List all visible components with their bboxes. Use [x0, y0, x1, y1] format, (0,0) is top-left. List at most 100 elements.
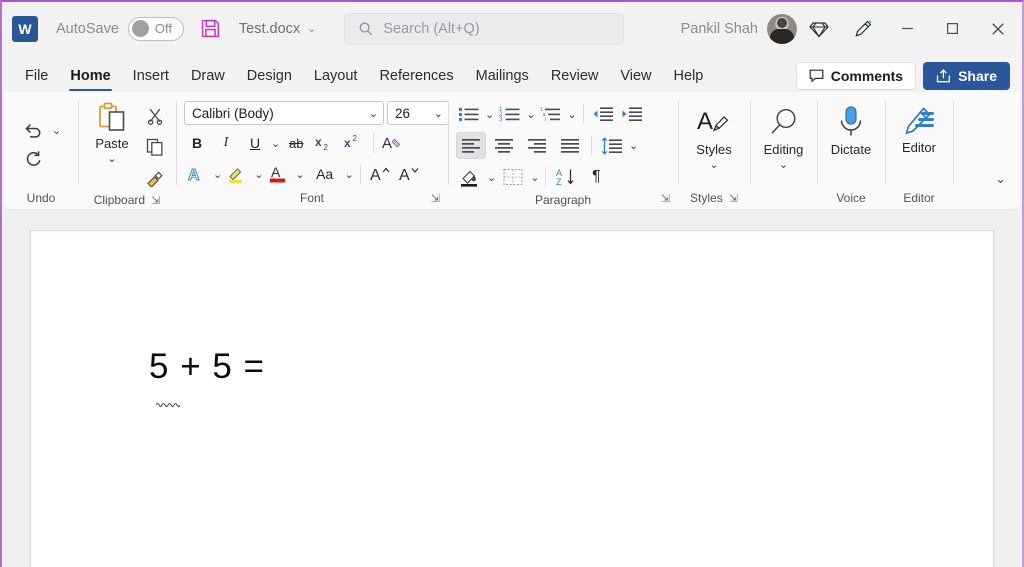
- tab-file[interactable]: File: [14, 59, 59, 92]
- format-painter-button[interactable]: [142, 165, 168, 191]
- tab-mailings[interactable]: Mailings: [465, 59, 540, 92]
- share-button[interactable]: Share: [923, 62, 1010, 90]
- clear-formatting-button[interactable]: A: [380, 130, 406, 156]
- svg-text:x: x: [344, 136, 351, 150]
- svg-text:i: i: [545, 117, 546, 123]
- editing-button[interactable]: Editing ⌄: [754, 103, 814, 171]
- title-bar-right: Pankil Shah: [681, 7, 1022, 51]
- clipboard-dialog-launcher-icon[interactable]: ⇲: [151, 194, 160, 207]
- tab-label: Home: [70, 67, 111, 84]
- paste-icon: [95, 101, 129, 135]
- group-label-text: Editor: [903, 191, 935, 205]
- shading-chevron-down-icon[interactable]: ⌄: [487, 171, 496, 184]
- ribbon-group-label-paragraph: Paragraph: [448, 190, 678, 209]
- line-spacing-button[interactable]: [598, 133, 626, 159]
- tab-draw[interactable]: Draw: [180, 59, 236, 92]
- diamond-icon[interactable]: [797, 10, 841, 48]
- minimize-button[interactable]: [885, 7, 930, 51]
- editing-chevron-down-icon[interactable]: ⌄: [779, 158, 788, 171]
- copy-button[interactable]: [142, 134, 168, 160]
- superscript-button[interactable]: x 2: [341, 130, 367, 156]
- align-left-button[interactable]: [456, 132, 486, 159]
- paste-button[interactable]: Paste ⌄: [86, 99, 138, 165]
- highlight-chevron-down-icon[interactable]: ⌄: [254, 168, 263, 181]
- divider: [373, 133, 375, 153]
- borders-chevron-down-icon[interactable]: ⌄: [530, 171, 539, 184]
- underline-button[interactable]: U: [242, 130, 268, 156]
- dictate-label: Dictate: [830, 142, 872, 157]
- document-name-button[interactable]: Test.docx ⌄: [239, 21, 316, 37]
- avatar[interactable]: [767, 13, 797, 44]
- dictate-button[interactable]: Dictate: [820, 103, 882, 157]
- font-name-combobox[interactable]: Calibri (Body) ⌄: [184, 101, 384, 125]
- undo-dropdown-chevron-down-icon[interactable]: ⌄: [52, 124, 61, 137]
- pen-sparkle-icon[interactable]: [841, 10, 885, 48]
- cut-button[interactable]: [142, 103, 168, 129]
- save-icon[interactable]: [200, 18, 221, 39]
- justify-button[interactable]: [555, 133, 585, 159]
- styles-dialog-launcher-icon[interactable]: ⇲: [729, 192, 738, 205]
- borders-button[interactable]: [499, 164, 527, 190]
- styles-button[interactable]: A Styles ⌄: [687, 103, 741, 171]
- paste-chevron-down-icon[interactable]: ⌄: [107, 152, 116, 165]
- collapse-ribbon-chevron-down-icon[interactable]: ⌄: [995, 171, 1006, 187]
- numbering-chevron-down-icon[interactable]: ⌄: [526, 108, 535, 121]
- editor-button[interactable]: Editor: [888, 103, 950, 155]
- tab-references[interactable]: References: [368, 59, 464, 92]
- increase-indent-button[interactable]: [619, 101, 645, 127]
- grow-font-button[interactable]: A: [367, 161, 393, 187]
- font-color-button[interactable]: A: [266, 161, 292, 187]
- autosave-state-label: Off: [154, 21, 172, 36]
- tab-insert[interactable]: Insert: [122, 59, 180, 92]
- italic-button[interactable]: I: [213, 130, 239, 156]
- comments-button[interactable]: Comments: [795, 62, 917, 90]
- multilevel-chevron-down-icon[interactable]: ⌄: [567, 108, 576, 121]
- text-highlight-button[interactable]: [225, 161, 251, 187]
- styles-chevron-down-icon[interactable]: ⌄: [709, 158, 718, 171]
- bold-button[interactable]: B: [184, 130, 210, 156]
- decrease-indent-button[interactable]: [590, 101, 616, 127]
- numbered-list-button[interactable]: 1 2 3: [497, 101, 523, 127]
- document-area[interactable]: 5 + 5 =: [4, 210, 1020, 567]
- tab-view[interactable]: View: [609, 59, 662, 92]
- tab-help[interactable]: Help: [663, 59, 715, 92]
- bold-glyph: B: [191, 135, 203, 151]
- editing-label: Editing: [763, 142, 804, 157]
- multilevel-list-button[interactable]: 1 a i: [538, 101, 564, 127]
- shrink-font-button[interactable]: A: [396, 161, 422, 187]
- word-logo-icon: W: [12, 15, 38, 42]
- font-color-chevron-down-icon[interactable]: ⌄: [295, 168, 304, 181]
- undo-button[interactable]: [20, 117, 46, 143]
- font-dialog-launcher-icon[interactable]: ⇲: [431, 192, 440, 205]
- show-formatting-marks-button[interactable]: ¶: [583, 164, 609, 190]
- microphone-icon: [834, 105, 868, 141]
- text-effects-chevron-down-icon[interactable]: ⌄: [213, 168, 222, 181]
- subscript-button[interactable]: x 2: [312, 130, 338, 156]
- bullets-chevron-down-icon[interactable]: ⌄: [485, 108, 494, 121]
- font-size-combobox[interactable]: 26 ⌄: [387, 101, 449, 125]
- document-text[interactable]: 5 + 5 =: [149, 347, 265, 387]
- line-spacing-chevron-down-icon[interactable]: ⌄: [629, 139, 638, 152]
- change-case-button[interactable]: Aa: [308, 161, 342, 187]
- text-effects-button[interactable]: A: [184, 161, 210, 187]
- tab-label: Review: [550, 67, 599, 84]
- maximize-button[interactable]: [930, 7, 975, 51]
- change-case-chevron-down-icon[interactable]: ⌄: [345, 168, 354, 181]
- tab-design[interactable]: Design: [236, 59, 303, 92]
- align-center-button[interactable]: [489, 133, 519, 159]
- redo-button[interactable]: [20, 145, 46, 171]
- align-right-button[interactable]: [522, 133, 552, 159]
- shading-button[interactable]: [456, 164, 484, 190]
- paragraph-dialog-launcher-icon[interactable]: ⇲: [661, 192, 670, 205]
- bullet-list-button[interactable]: [456, 101, 482, 127]
- underline-chevron-down-icon[interactable]: ⌄: [271, 137, 280, 150]
- search-input[interactable]: Search (Alt+Q): [344, 12, 625, 45]
- close-button[interactable]: [975, 7, 1020, 51]
- autosave-toggle[interactable]: Off: [127, 16, 184, 41]
- document-page[interactable]: 5 + 5 =: [30, 230, 994, 567]
- strikethrough-button[interactable]: ab: [283, 130, 309, 156]
- tab-layout[interactable]: Layout: [303, 59, 369, 92]
- tab-review[interactable]: Review: [540, 59, 610, 92]
- sort-button[interactable]: A Z: [552, 164, 580, 190]
- tab-home[interactable]: Home: [59, 59, 121, 92]
